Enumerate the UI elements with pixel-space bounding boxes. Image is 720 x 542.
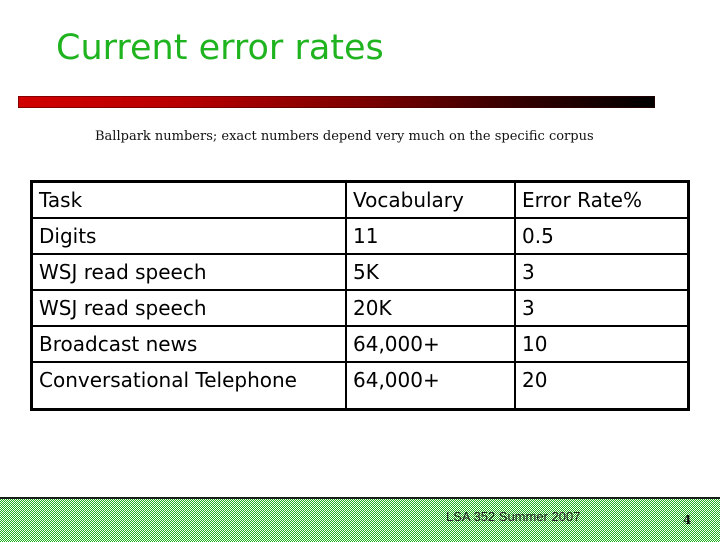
table-row: WSJ read speech 5K 3: [30, 253, 690, 291]
table-row: Digits 11 0.5: [30, 217, 690, 255]
cell-task: WSJ read speech: [30, 289, 347, 327]
cell-error-rate: 20: [514, 361, 690, 411]
cell-task: Conversational Telephone: [30, 361, 347, 411]
table-row: WSJ read speech 20K 3: [30, 289, 690, 327]
slide-title: Current error rates: [56, 28, 384, 68]
cell-task: Digits: [30, 217, 347, 255]
cell-vocabulary: 20K: [345, 289, 516, 327]
slide-subtitle: Ballpark numbers; exact numbers depend v…: [95, 129, 594, 144]
cell-vocabulary: 64,000+: [345, 361, 516, 411]
cell-error-rate: 0.5: [514, 217, 690, 255]
table-row: Broadcast news 64,000+ 10: [30, 325, 690, 363]
slide-footer: LSA 352 Summer 2007 4: [0, 497, 720, 542]
header-vocabulary: Vocabulary: [345, 180, 516, 219]
cell-error-rate: 3: [514, 253, 690, 291]
header-error-rate: Error Rate%: [514, 180, 690, 219]
cell-task: Broadcast news: [30, 325, 347, 363]
error-rates-table: Task Vocabulary Error Rate% Digits 11 0.…: [30, 180, 690, 411]
table-header-row: Task Vocabulary Error Rate%: [30, 180, 690, 219]
page-number: 4: [683, 513, 692, 527]
cell-vocabulary: 5K: [345, 253, 516, 291]
cell-error-rate: 3: [514, 289, 690, 327]
cell-vocabulary: 11: [345, 217, 516, 255]
table-row: Conversational Telephone 64,000+ 20: [30, 361, 690, 411]
cell-vocabulary: 64,000+: [345, 325, 516, 363]
cell-task: WSJ read speech: [30, 253, 347, 291]
header-task: Task: [30, 180, 347, 219]
cell-error-rate: 10: [514, 325, 690, 363]
footer-course-label: LSA 352 Summer 2007: [446, 509, 581, 524]
title-divider-bar: [18, 96, 655, 108]
